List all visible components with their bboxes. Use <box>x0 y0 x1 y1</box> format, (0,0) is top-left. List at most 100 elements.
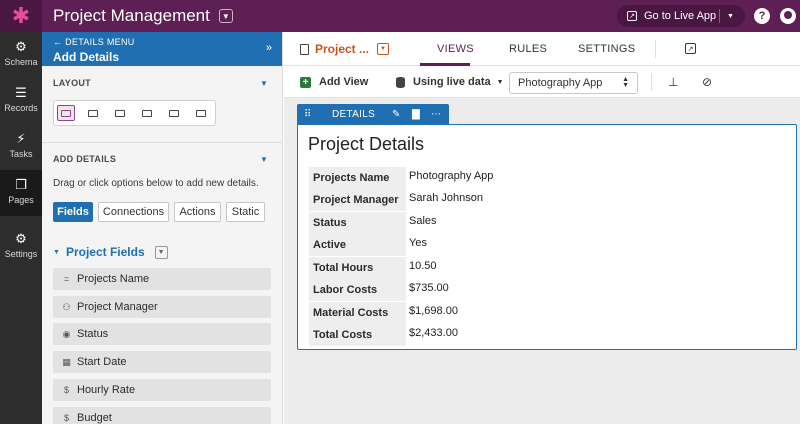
back-to-details-menu-link[interactable]: ← DETAILS MENU <box>53 37 135 47</box>
detail-value: Photography App <box>409 170 494 182</box>
schema-icon: ⚙ <box>15 39 27 54</box>
layout-one-column-button[interactable] <box>57 105 75 121</box>
hide-icon[interactable]: ⊘ <box>702 75 712 89</box>
tab-rules[interactable]: RULES <box>509 43 547 55</box>
text-height-icon[interactable]: ⊥ <box>668 75 678 89</box>
short-text-icon: = <box>63 274 70 284</box>
collapse-panel-icon[interactable]: » <box>266 42 272 54</box>
arrow-left-icon: ← <box>53 37 63 47</box>
add-details-section-label: ADD DETAILS <box>53 154 117 164</box>
edit-icon[interactable]: ✎ <box>392 109 401 120</box>
external-link-icon[interactable]: ↗ <box>685 43 696 54</box>
rail-item-pages[interactable]: ❐ Pages <box>0 170 42 216</box>
field-item-status[interactable]: ◉ Status <box>53 323 271 345</box>
page-editor: Project ... ▼ VIEWS RULES SETTINGS ↗ + A… <box>284 32 800 424</box>
page-icon <box>300 43 309 55</box>
tab-views[interactable]: VIEWS <box>437 43 474 55</box>
detail-label: Material Costs <box>309 302 406 324</box>
calendar-icon: ▦ <box>62 356 71 367</box>
more-options-icon[interactable]: ⋯ <box>431 109 441 120</box>
panel-title: Add Details <box>53 50 120 64</box>
field-item-projects-name[interactable]: = Projects Name <box>53 268 271 290</box>
add-details-section-toggle-icon[interactable]: ▼ <box>260 155 268 164</box>
delete-icon[interactable]: ▇ <box>412 109 420 120</box>
live-data-toggle[interactable]: Using live data ▼ <box>396 76 504 88</box>
go-to-live-app-button[interactable]: ↗ Go to Live App ▼ <box>617 5 745 27</box>
add-details-hint: Drag or click options below to add new d… <box>53 178 259 189</box>
tab-connections[interactable]: Connections <box>98 202 169 222</box>
tab-fields[interactable]: Fields <box>53 202 93 222</box>
rail-item-tasks[interactable]: ⚡ Tasks <box>0 124 42 170</box>
add-view-label: Add View <box>319 76 369 88</box>
add-view-button[interactable]: + Add View <box>300 76 368 88</box>
tab-settings[interactable]: SETTINGS <box>578 43 635 55</box>
chevron-down-icon: ▼ <box>496 78 504 86</box>
rail-item-label: Settings <box>4 249 38 259</box>
detail-row: Project Manager Sarah Johnson <box>309 189 609 211</box>
user-account-icon[interactable] <box>780 8 796 24</box>
pages-icon: ❐ <box>15 177 27 192</box>
project-fields-title: Project Fields <box>65 245 145 259</box>
page-dropdown-icon[interactable]: ▼ <box>377 43 390 55</box>
divider <box>42 142 282 143</box>
field-item-project-manager[interactable]: ⚇ Project Manager <box>53 296 271 318</box>
live-app-dropdown-icon[interactable]: ▼ <box>727 13 734 20</box>
layout-section-toggle-icon[interactable]: ▼ <box>260 79 268 88</box>
connection-icon: ⚇ <box>62 301 71 312</box>
detail-label: Active <box>309 234 406 256</box>
lightning-icon: ⚡ <box>16 131 26 146</box>
detail-row: Total Hours 10.50 <box>309 257 609 279</box>
field-item-start-date[interactable]: ▦ Start Date <box>53 351 271 373</box>
layout-option-button[interactable] <box>111 105 129 121</box>
project-fields-dropdown-icon[interactable]: ▼ <box>154 245 168 259</box>
field-item-hourly-rate[interactable]: $ Hourly Rate <box>53 379 271 401</box>
tab-static[interactable]: Static <box>226 202 265 222</box>
detail-value: $1,698.00 <box>409 305 458 317</box>
details-title: Project Details <box>308 134 425 154</box>
back-label: DETAILS MENU <box>65 37 135 47</box>
field-item-budget[interactable]: $ Budget <box>53 407 271 424</box>
field-item-label: Start Date <box>77 356 127 368</box>
rail-item-settings[interactable]: ⚙ Settings <box>0 224 42 270</box>
radio-icon: ◉ <box>62 328 71 339</box>
app-logo-icon[interactable]: ✱ <box>0 0 42 32</box>
triangle-down-icon: ▼ <box>53 248 60 256</box>
detail-row: Active Yes <box>309 234 609 256</box>
top-bar: ✱ Project Management ▼ ↗ Go to Live App … <box>0 0 800 32</box>
divider <box>719 9 720 23</box>
detail-label: Project Manager <box>309 189 406 211</box>
database-icon: ☰ <box>15 85 27 100</box>
rail-item-schema[interactable]: ⚙ Schema <box>0 32 42 78</box>
detail-value: $735.00 <box>409 282 449 294</box>
page-selector[interactable]: Project ... ▼ <box>300 42 390 56</box>
details-view[interactable]: Project Details Projects Name Photograph… <box>297 124 797 350</box>
detail-label: Total Costs <box>309 324 406 346</box>
rail-item-label: Records <box>4 103 38 113</box>
help-icon[interactable]: ? <box>754 8 770 24</box>
layout-options <box>53 100 216 126</box>
app-menu-chevron-icon[interactable]: ▼ <box>218 9 233 23</box>
rail-item-label: Schema <box>4 57 38 67</box>
tab-actions[interactable]: Actions <box>174 202 221 222</box>
layout-section-label: LAYOUT <box>53 78 91 88</box>
layout-option-button[interactable] <box>165 105 183 121</box>
detail-value: Sales <box>409 215 437 227</box>
project-fields-group-toggle[interactable]: ▼ Project Fields ▼ <box>53 245 168 259</box>
detail-row: Status Sales <box>309 212 609 234</box>
record-select[interactable]: Photography App ▲ ▼ <box>509 72 638 94</box>
detail-label: Projects Name <box>309 167 406 189</box>
drag-handle-icon[interactable]: ⠿ <box>304 109 312 120</box>
rail-item-records[interactable]: ☰ Records <box>0 78 42 124</box>
layout-option-button[interactable] <box>192 105 210 121</box>
field-item-label: Hourly Rate <box>77 384 136 396</box>
gear-icon: ⚙ <box>15 231 27 246</box>
plus-icon: + <box>300 76 311 88</box>
divider <box>655 40 656 58</box>
divider <box>651 73 652 91</box>
detail-value: 10.50 <box>409 260 437 272</box>
detail-row: Total Costs $2,433.00 <box>309 324 609 346</box>
layout-option-button[interactable] <box>138 105 156 121</box>
layout-option-button[interactable] <box>84 105 102 121</box>
details-view-label: DETAILS <box>332 109 376 120</box>
detail-value: Yes <box>409 237 427 249</box>
